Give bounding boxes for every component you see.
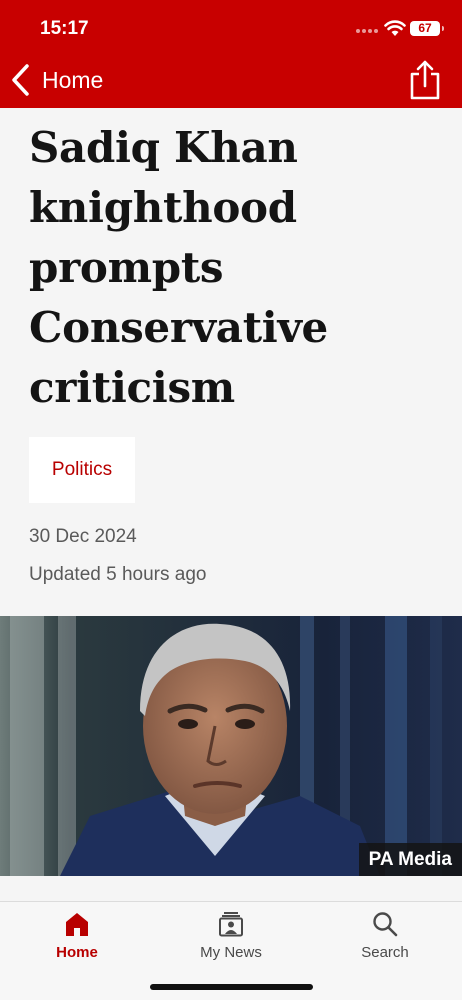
tab-search-label: Search: [361, 944, 409, 961]
my-news-icon: [219, 912, 243, 937]
back-button[interactable]: Home: [10, 60, 103, 100]
home-indicator: [150, 984, 313, 990]
header-bar: 15:17 67 Home: [0, 0, 462, 108]
article-headline: Sadiq Khan knighthood prompts Conservati…: [29, 123, 328, 412]
topic-tag-button[interactable]: Politics: [29, 437, 135, 503]
updated-time: Updated 5 hours ago: [29, 564, 207, 585]
topic-label: Politics: [51, 459, 113, 480]
article-hero-image: PA Media: [0, 616, 462, 876]
search-icon: [373, 912, 398, 937]
chevron-left-icon: [12, 64, 29, 96]
tab-search[interactable]: Search: [308, 908, 462, 968]
image-credit: PA Media: [358, 843, 462, 876]
battery-icon: 67: [410, 21, 444, 36]
status-time: 15:17: [40, 18, 89, 39]
back-label: Home: [42, 66, 104, 93]
tab-home[interactable]: Home: [0, 908, 154, 968]
tab-my-news[interactable]: My News: [154, 908, 308, 968]
home-icon: [66, 913, 88, 936]
portrait-photo: [0, 616, 462, 876]
signal-dots-icon: [356, 29, 378, 33]
share-icon[interactable]: [406, 58, 444, 102]
wifi-icon: [384, 20, 406, 36]
publish-date: 30 Dec 2024: [29, 526, 137, 547]
tab-my-news-label: My News: [200, 944, 262, 961]
tab-home-label: Home: [56, 944, 98, 961]
